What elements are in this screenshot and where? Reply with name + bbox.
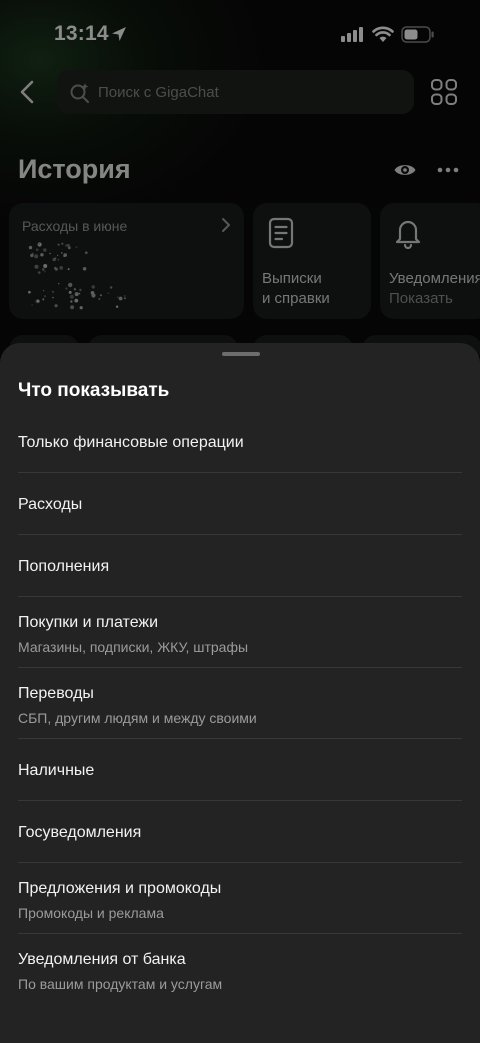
option-subtitle: Магазины, подписки, ЖКУ, штрафы [18, 639, 249, 655]
filter-sheet: Что показывать Только финансовые операци… [0, 343, 480, 1043]
option-deposits[interactable]: Пополнения [18, 535, 462, 597]
sheet-title: Что показывать [18, 380, 170, 401]
option-subtitle: Промокоды и реклама [18, 905, 164, 921]
option-title: Предложения и промокоды [18, 880, 222, 897]
option-expenses[interactable]: Расходы [18, 473, 462, 535]
option-title: Переводы [18, 685, 94, 702]
sheet-grabber[interactable] [222, 352, 260, 356]
option-financial-only[interactable]: Только финансовые операции [18, 411, 462, 473]
option-subtitle: СБП, другим людям и между своими [18, 710, 257, 726]
option-bank-notifications[interactable]: Уведомления от банка По вашим продуктам … [18, 934, 462, 1005]
option-purchases[interactable]: Покупки и платежи Магазины, подписки, ЖК… [18, 597, 462, 668]
option-title: Уведомления от банка [18, 951, 186, 968]
option-title: Госуведомления [18, 824, 142, 841]
option-transfers[interactable]: Переводы СБП, другим людям и между своим… [18, 668, 462, 739]
option-title: Покупки и платежи [18, 614, 159, 631]
option-title: Расходы [18, 496, 83, 513]
option-title: Наличные [18, 762, 95, 779]
option-title: Пополнения [18, 558, 110, 575]
option-cash[interactable]: Наличные [18, 739, 462, 801]
option-title: Только финансовые операции [18, 434, 244, 451]
option-subtitle: По вашим продуктам и услугам [18, 976, 223, 992]
option-offers-promocodes[interactable]: Предложения и промокоды Промокоды и рекл… [18, 863, 462, 934]
option-gov-notifications[interactable]: Госуведомления [18, 801, 462, 863]
